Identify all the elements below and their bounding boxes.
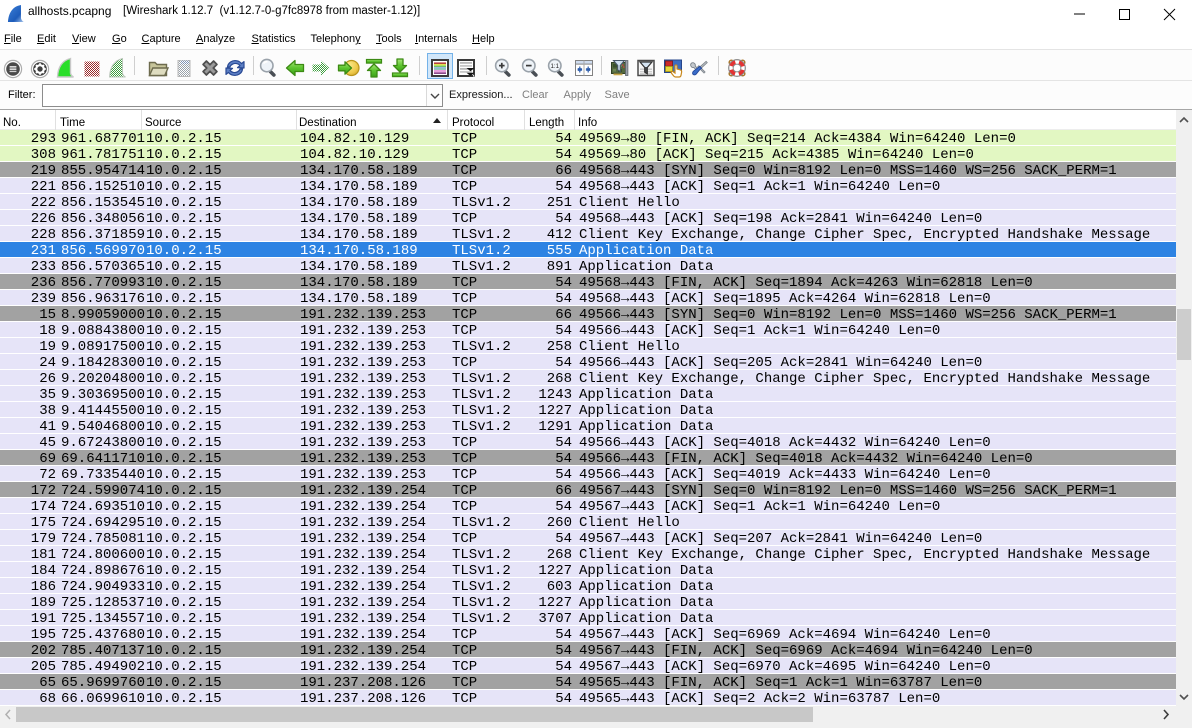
svg-text:1:1: 1:1 bbox=[550, 63, 559, 70]
